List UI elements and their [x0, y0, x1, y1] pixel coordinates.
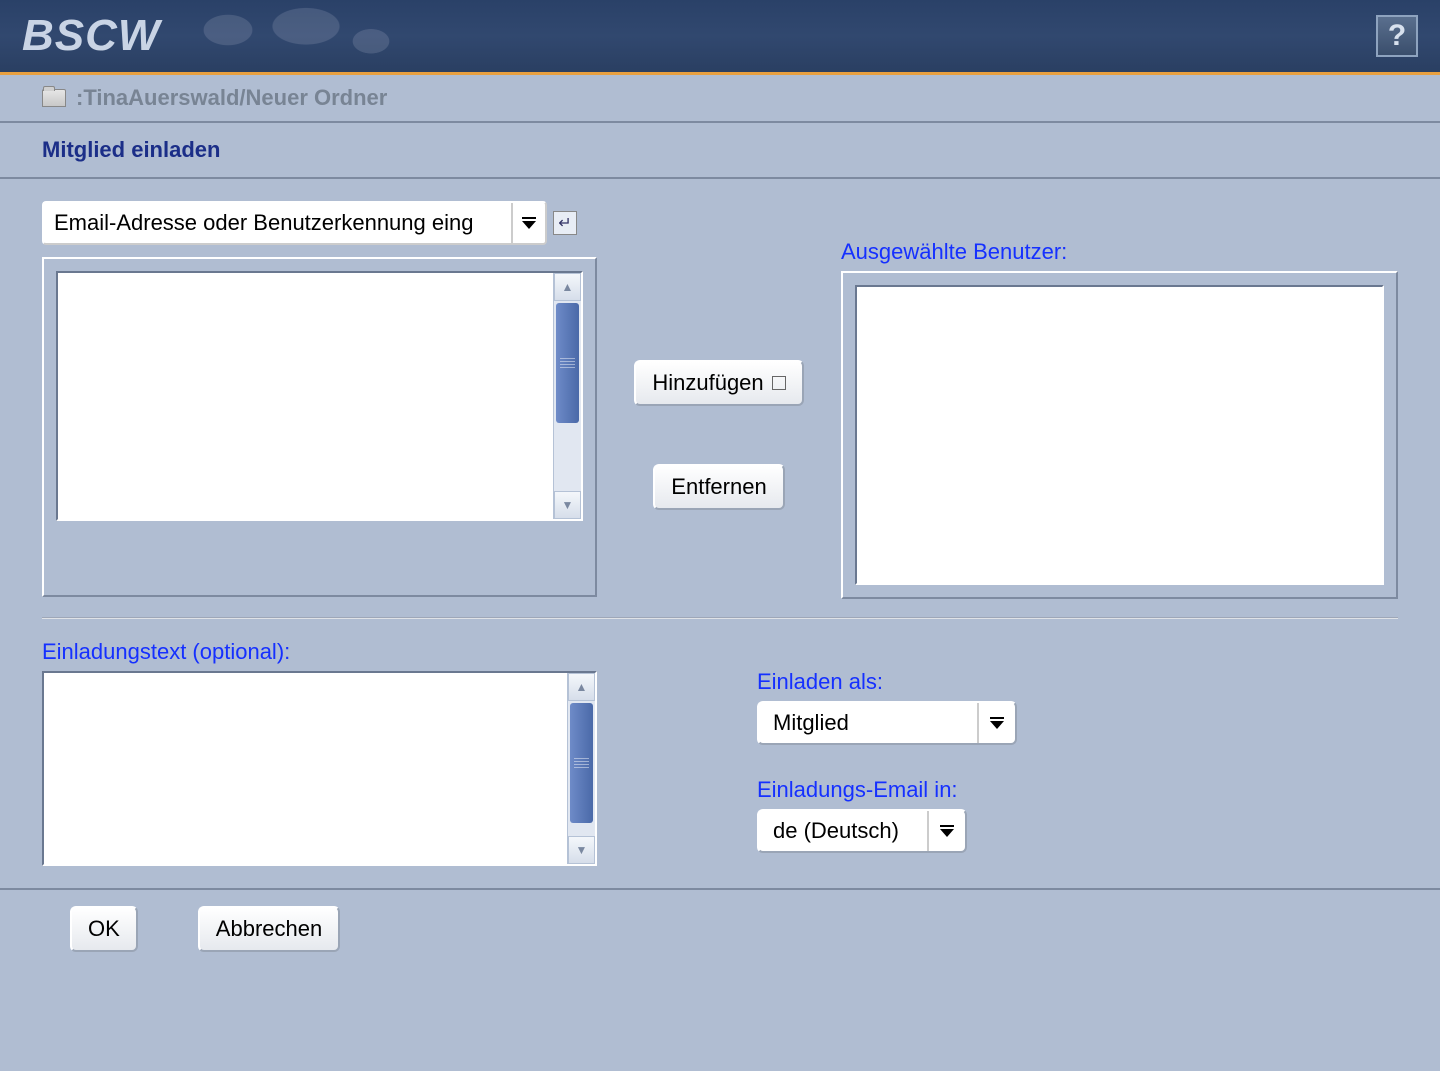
- scrollbar-thumb[interactable]: [556, 303, 579, 423]
- candidates-scrollbar[interactable]: ▲ ▼: [553, 273, 581, 519]
- scrollbar-thumb[interactable]: [570, 703, 593, 823]
- language-value: de (Deutsch): [773, 818, 927, 844]
- user-search-dropdown-trigger[interactable]: [511, 203, 545, 243]
- scrollbar-track[interactable]: [568, 825, 595, 836]
- invitation-text-label: Einladungstext (optional):: [42, 639, 597, 665]
- remove-button-label: Entfernen: [671, 474, 766, 500]
- invitation-textarea-inner[interactable]: [44, 673, 567, 864]
- app-logo: BSCW: [22, 11, 160, 61]
- worldmap-decoration: [150, 0, 410, 75]
- selected-users-listbox[interactable]: [855, 285, 1384, 585]
- invite-as-value: Mitglied: [773, 710, 977, 736]
- scroll-down-button[interactable]: ▼: [568, 836, 595, 864]
- add-button[interactable]: Hinzufügen: [634, 360, 803, 406]
- candidates-listbox[interactable]: ▲ ▼: [56, 271, 583, 521]
- breadcrumb-bar: :TinaAuerswald/Neuer Ordner: [0, 75, 1440, 123]
- section-divider: [42, 617, 1398, 619]
- scroll-down-button[interactable]: ▼: [554, 491, 581, 519]
- selected-users-panel: [841, 271, 1398, 599]
- user-search-input[interactable]: [44, 204, 511, 242]
- breadcrumb-path: :TinaAuerswald/Neuer Ordner: [76, 85, 387, 111]
- cancel-button[interactable]: Abbrechen: [198, 906, 340, 952]
- scrollbar-track[interactable]: [554, 425, 581, 491]
- ok-button[interactable]: OK: [70, 906, 138, 952]
- help-button[interactable]: ?: [1376, 15, 1418, 57]
- candidates-list-inner[interactable]: [58, 273, 553, 519]
- main-form: ↵ ▲ ▼ Hinzufügen Entf: [0, 179, 1440, 888]
- ok-label: OK: [88, 916, 120, 942]
- language-trigger[interactable]: [927, 811, 965, 851]
- invite-as-label: Einladen als:: [757, 669, 1017, 695]
- remove-button[interactable]: Entfernen: [653, 464, 784, 510]
- invite-as-dropdown[interactable]: Mitglied: [757, 701, 1017, 745]
- language-label: Einladungs-Email in:: [757, 777, 1017, 803]
- chevron-down-icon: [940, 825, 954, 837]
- scroll-up-button[interactable]: ▲: [554, 273, 581, 301]
- add-square-icon: [772, 376, 786, 390]
- add-button-label: Hinzufügen: [652, 370, 763, 396]
- chevron-down-icon: [522, 217, 536, 229]
- chevron-down-icon: [990, 717, 1004, 729]
- folder-icon: [42, 89, 66, 107]
- scroll-up-button[interactable]: ▲: [568, 673, 595, 701]
- language-dropdown[interactable]: de (Deutsch): [757, 809, 967, 853]
- app-header: BSCW ?: [0, 0, 1440, 75]
- submit-search-button[interactable]: ↵: [553, 211, 577, 235]
- cancel-label: Abbrechen: [216, 916, 322, 942]
- invitation-textarea[interactable]: ▲ ▼: [42, 671, 597, 866]
- invite-as-trigger[interactable]: [977, 703, 1015, 743]
- user-search-combo[interactable]: [42, 201, 547, 245]
- page-title: Mitglied einladen: [42, 137, 1398, 163]
- title-bar: Mitglied einladen: [0, 123, 1440, 179]
- selected-users-label: Ausgewählte Benutzer:: [841, 239, 1398, 265]
- footer-actions: OK Abbrechen: [0, 888, 1440, 968]
- candidates-panel: ▲ ▼: [42, 257, 597, 597]
- invitation-scrollbar[interactable]: ▲ ▼: [567, 673, 595, 864]
- selected-list-inner[interactable]: [857, 287, 1382, 583]
